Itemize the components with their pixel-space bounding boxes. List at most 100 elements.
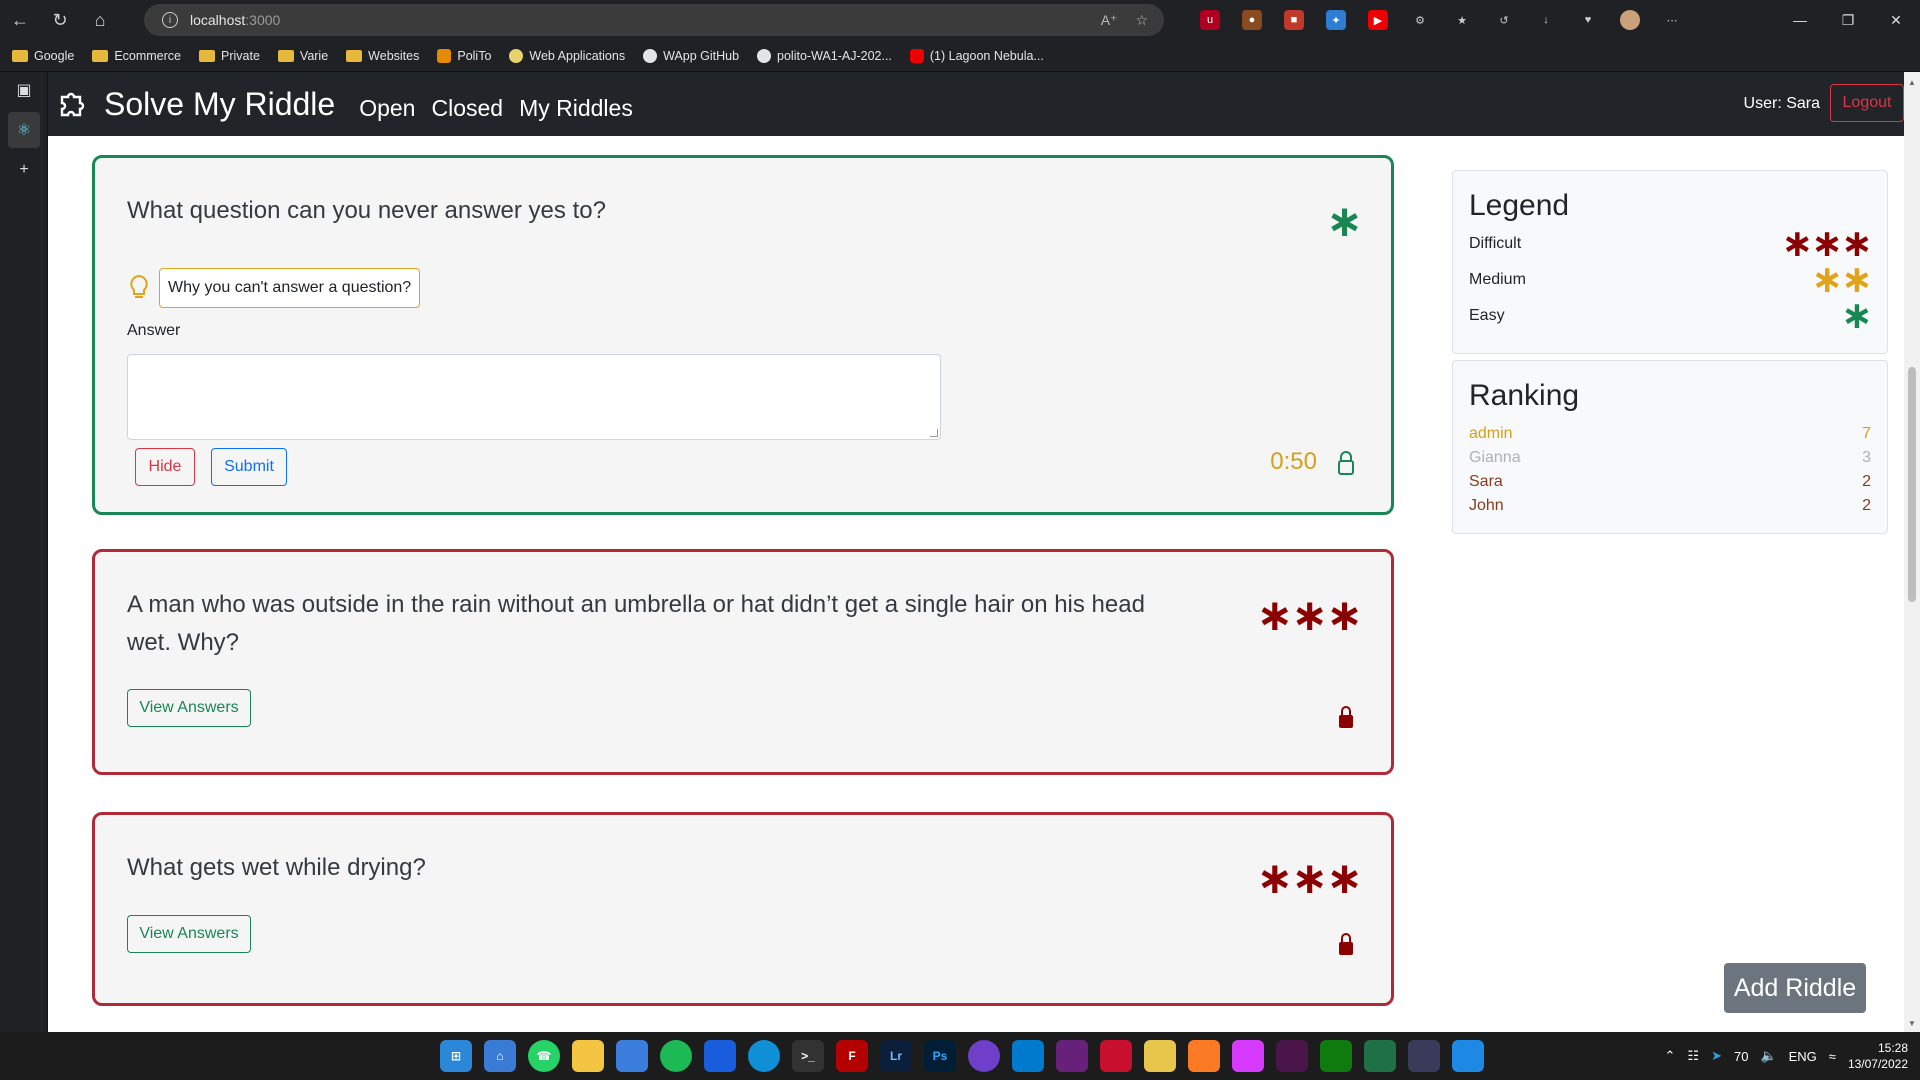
extension-icon[interactable]: ✦ [1326,10,1346,30]
xampp-icon[interactable] [1188,1040,1220,1072]
scrollbar-thumb[interactable] [1908,367,1916,602]
terminal-icon[interactable]: >_ [792,1040,824,1072]
bookmark-polito[interactable]: PoliTo [437,48,491,63]
new-tab-icon[interactable]: + [0,152,48,188]
hide-button[interactable]: Hide [135,448,195,486]
reload-icon[interactable]: ↻ [40,0,80,40]
bookmark-ecommerce[interactable]: Ecommerce [92,49,181,63]
page-scrollbar[interactable]: ▲ ▼ [1904,72,1920,1032]
profile-avatar[interactable] [1620,10,1640,30]
url-port: :3000 [245,12,281,28]
bookmark-websites[interactable]: Websites [346,49,419,63]
hint-box: Why you can't answer a question? [159,268,421,308]
edge-icon[interactable] [748,1040,780,1072]
riddle-card: What gets wet while drying? ∗∗∗ View Ans… [92,812,1394,1006]
home-icon[interactable]: ⌂ [80,0,120,40]
info-icon[interactable]: i [162,12,178,28]
scroll-up-icon[interactable]: ▲ [1908,78,1916,87]
whatsapp-icon[interactable]: ☎ [528,1040,560,1072]
nav-link-open[interactable]: Open [359,95,415,122]
close-icon[interactable]: ✕ [1872,0,1920,40]
app-icon[interactable] [1452,1040,1484,1072]
bookmark-polito-wa1[interactable]: polito-WA1-AJ-202... [757,48,892,63]
difficulty-stars: ∗ [1326,197,1363,246]
riddle-card: A man who was outside in the rain withou… [92,549,1394,775]
visual-studio-icon[interactable] [1056,1040,1088,1072]
more-icon[interactable]: ⋯ [1662,10,1682,30]
windows-start-icon[interactable]: ⊞ [440,1040,472,1072]
vscode-icon[interactable] [1012,1040,1044,1072]
wifi-icon[interactable]: ≈ [1829,1049,1836,1064]
store-icon[interactable] [616,1040,648,1072]
volume-icon[interactable]: 🔈 [1760,1048,1776,1064]
restore-icon[interactable]: ❐ [1824,0,1872,40]
view-answers-button[interactable]: View Answers [127,689,251,727]
resize-grip-icon[interactable] [930,429,938,437]
app-icon[interactable] [1408,1040,1440,1072]
slack-icon[interactable] [1276,1040,1308,1072]
submit-button[interactable]: Submit [211,448,287,486]
clock[interactable]: 15:28 13/07/2022 [1848,1040,1908,1072]
bookmark-web-applications[interactable]: Web Applications [509,48,625,63]
ranking-title: Ranking [1469,379,1580,412]
bookmark-wapp-github[interactable]: WApp GitHub [643,48,739,63]
bookmark-google[interactable]: Google [12,49,74,63]
extension-icon[interactable]: ● [1242,10,1262,30]
nav-link-my-riddles[interactable]: My Riddles [519,95,633,122]
logout-button[interactable]: Logout [1830,84,1904,122]
health-icon[interactable]: ♥ [1578,10,1598,30]
app-navbar: Solve My Riddle Open Closed My Riddles U… [48,72,1904,136]
extensions-puzzle-icon[interactable]: ⚙ [1410,10,1430,30]
history-icon[interactable]: ↺ [1494,10,1514,30]
difficulty-stars: ∗∗∗ [1781,223,1873,265]
download-icon[interactable]: ↓ [1536,10,1556,30]
bookmark-lagoon[interactable]: (1) Lagoon Nebula... [909,48,1044,63]
bookmark-private[interactable]: Private [199,49,260,63]
github-desktop-icon[interactable] [968,1040,1000,1072]
bookmark-varie[interactable]: Varie [277,49,328,63]
app-title: Solve My Riddle [104,85,336,122]
photoshop-icon[interactable]: Ps [924,1040,956,1072]
ranking-score: 7 [1862,425,1871,442]
app-icon[interactable] [1100,1040,1132,1072]
battery-value: 70 [1733,1048,1749,1064]
view-answers-button[interactable]: View Answers [127,915,251,953]
nav-link-closed[interactable]: Closed [431,95,503,122]
minimize-icon[interactable]: — [1776,0,1824,40]
extension-icon[interactable]: ■ [1284,10,1304,30]
bookmarks-bar: Google Ecommerce Private Varie Websites … [0,40,1920,72]
app-icon[interactable] [1364,1040,1396,1072]
app-icon[interactable] [1144,1040,1176,1072]
legend-label: Medium [1469,271,1526,288]
scroll-down-icon[interactable]: ▼ [1908,1019,1916,1028]
language[interactable]: ENG [1789,1049,1817,1064]
lightroom-icon[interactable]: Lr [880,1040,912,1072]
brand[interactable]: Solve My Riddle [56,86,335,123]
app-icon[interactable] [1320,1040,1352,1072]
address-bar[interactable]: i localhost:3000 A⁺ ☆ [144,4,1164,36]
bitwarden-icon[interactable] [704,1040,736,1072]
youtube-icon[interactable]: ▶ [1368,10,1388,30]
back-icon[interactable]: ← [0,0,40,40]
puzzle-icon [56,87,90,121]
home-app-icon[interactable]: ⌂ [484,1040,516,1072]
answer-textarea[interactable] [127,354,941,440]
file-explorer-icon[interactable] [572,1040,604,1072]
filezilla-icon[interactable]: F [836,1040,868,1072]
app-icon[interactable] [1232,1040,1264,1072]
telegram-icon[interactable]: ➤ [1711,1048,1722,1064]
chevron-up-icon[interactable]: ⌃ [1665,1048,1676,1064]
address-bar-actions: A⁺ ☆ [1101,12,1148,29]
favorites-icon[interactable]: ★ [1452,10,1472,30]
tab-actions-icon[interactable]: ▣ [0,72,48,108]
read-aloud-icon[interactable]: A⁺ [1101,12,1118,29]
favorite-add-icon[interactable]: ☆ [1135,12,1148,29]
react-tab-icon[interactable]: ⚛ [8,112,40,148]
folder-icon [199,49,215,62]
spotify-icon[interactable] [660,1040,692,1072]
legend-label: Difficult [1469,235,1522,252]
browser-vertical-tabs: ▣ ⚛ + [0,72,48,1032]
add-riddle-button[interactable]: Add Riddle [1724,963,1866,1013]
ublock-icon[interactable]: u [1200,10,1220,30]
network-icon[interactable]: ☷ [1687,1048,1699,1064]
